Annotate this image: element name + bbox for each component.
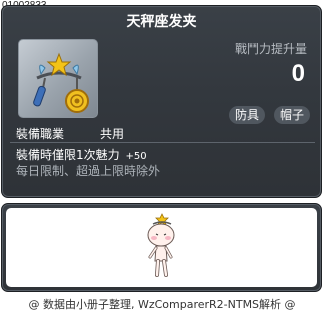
limit-note: 每日限制、超過上限時除外 bbox=[16, 164, 161, 178]
item-name: 天秤座发夹 bbox=[126, 14, 197, 30]
job-label: 裝備職業 bbox=[16, 127, 65, 141]
job-row: 裝備職業 共用 bbox=[16, 125, 124, 142]
item-icon-frame bbox=[18, 39, 98, 118]
item-tooltip: 天秤座发夹 戰鬥力提升量 0 防具 帽子 裝備職業 共用 裝備時僅限1次魅力 +5… bbox=[1, 5, 322, 198]
effect-text: 裝備時僅限1次魅力 bbox=[16, 148, 120, 162]
character-preview-box bbox=[6, 208, 317, 287]
footer-credit: @ 数据由小册子整理, WzComparerR2-NTMS解析 @ bbox=[28, 298, 296, 311]
libra-hairpin-icon bbox=[33, 52, 89, 113]
character-preview-panel bbox=[1, 203, 322, 292]
job-value: 共用 bbox=[100, 127, 125, 141]
category-badge-hat: 帽子 bbox=[274, 106, 311, 124]
divider bbox=[10, 142, 315, 143]
power-increase-value: 0 bbox=[291, 60, 305, 87]
power-increase-label: 戰鬥力提升量 bbox=[234, 42, 307, 56]
category-badge-armor: 防具 bbox=[229, 106, 266, 124]
effect-row: 裝備時僅限1次魅力 +50 bbox=[16, 146, 147, 163]
character-preview-figure bbox=[147, 213, 175, 277]
effect-value: +50 bbox=[125, 151, 147, 162]
